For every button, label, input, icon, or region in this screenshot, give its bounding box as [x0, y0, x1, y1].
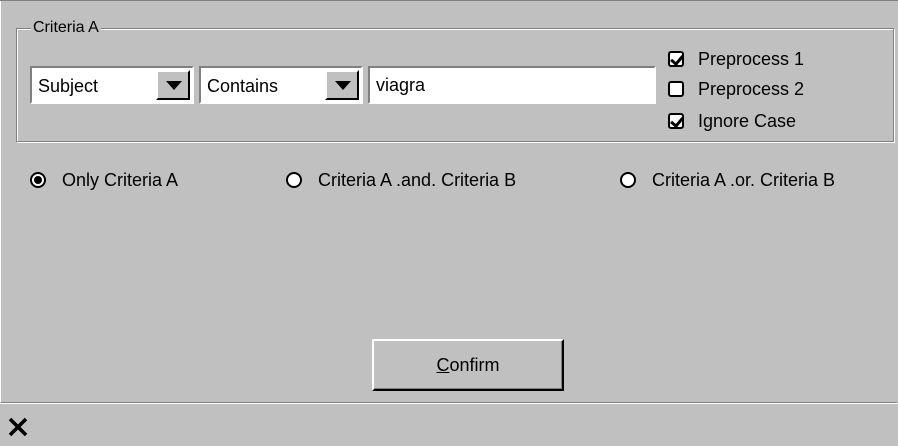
ignore-case-checkbox[interactable]: Ignore Case [668, 108, 796, 134]
preprocess-1-label: Preprocess 1 [698, 49, 805, 69]
field-select-value: Subject [38, 76, 99, 96]
ignore-case-label: Ignore Case [698, 111, 797, 131]
radio-selected-icon[interactable] [30, 172, 46, 188]
chevron-down-icon [335, 81, 351, 90]
confirm-label: onfirm [449, 354, 500, 375]
field-select-dropdown-button[interactable] [156, 70, 190, 100]
status-bar [0, 403, 898, 446]
criteria-a-label: Criteria A [31, 18, 101, 38]
preprocess-2-checkbox[interactable]: Preprocess 2 [668, 76, 804, 102]
radio-criteria-a-or-b[interactable]: Criteria A .or. Criteria B [620, 168, 835, 192]
radio-unselected-icon[interactable] [620, 172, 636, 188]
operator-select-value: Contains [207, 76, 279, 96]
preprocess-1-checkbox[interactable]: Preprocess 1 [668, 46, 804, 72]
checkbox-unchecked-icon[interactable] [668, 81, 684, 97]
field-select[interactable]: Subject [30, 66, 194, 104]
radio-criteria-a-and-b-label: Criteria A .and. Criteria B [318, 170, 517, 190]
confirm-button[interactable]: Confirm [372, 339, 564, 391]
checkbox-checked-icon[interactable] [668, 51, 684, 67]
operator-select-dropdown-button[interactable] [325, 70, 359, 100]
confirm-accelerator: C [436, 354, 450, 375]
radio-criteria-a-or-b-label: Criteria A .or. Criteria B [652, 170, 836, 190]
chevron-down-icon [166, 81, 182, 90]
operator-select[interactable]: Contains [199, 66, 363, 104]
checkbox-checked-icon[interactable] [668, 113, 684, 129]
radio-only-criteria-a[interactable]: Only Criteria A [30, 168, 178, 192]
radio-only-criteria-a-label: Only Criteria A [62, 170, 179, 190]
search-text-input[interactable] [368, 66, 656, 104]
radio-criteria-a-and-b[interactable]: Criteria A .and. Criteria B [286, 168, 516, 192]
radio-unselected-icon[interactable] [286, 172, 302, 188]
close-icon[interactable] [7, 416, 29, 438]
preprocess-2-label: Preprocess 2 [698, 79, 805, 99]
